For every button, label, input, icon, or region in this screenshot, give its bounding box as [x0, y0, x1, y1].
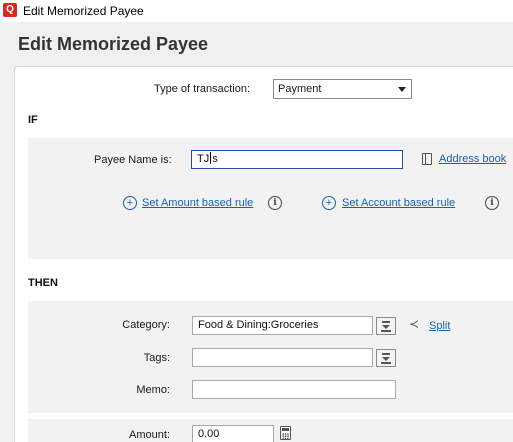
set-account-rule-link[interactable]: Set Account based rule — [342, 197, 455, 209]
tags-input[interactable] — [192, 348, 373, 367]
add-amount-rule-icon[interactable]: + — [123, 196, 137, 210]
then-section-heading: THEN — [28, 277, 58, 289]
add-account-rule-icon[interactable]: + — [322, 196, 336, 210]
info-icon[interactable]: i — [485, 196, 499, 210]
amount-label: Amount: — [129, 429, 170, 441]
window-title: Edit Memorized Payee — [23, 4, 144, 18]
app-logo-icon: Q — [3, 3, 17, 17]
payee-name-input[interactable]: TJ s — [191, 150, 403, 169]
amount-input[interactable]: 0.00 — [192, 425, 274, 442]
calculator-icon[interactable] — [280, 426, 291, 440]
page-title: Edit Memorized Payee — [18, 34, 209, 54]
transaction-type-value: Payment — [278, 83, 322, 95]
split-link[interactable]: Split — [429, 320, 450, 332]
address-book-icon[interactable] — [422, 153, 432, 165]
address-book-link[interactable]: Address book — [439, 153, 506, 165]
memo-label: Memo: — [136, 384, 170, 396]
category-dropdown-button[interactable] — [376, 317, 396, 335]
edit-payee-card: Type of transaction: Payment IF Payee Na… — [14, 66, 513, 442]
payee-name-text-after: s — [212, 153, 218, 165]
split-icon: ≺ — [409, 317, 420, 331]
then-panel: Category: Food & Dining:Groceries ≺ Spli… — [28, 301, 513, 413]
category-label: Category: — [122, 319, 170, 331]
amount-panel: Amount: 0.00 — [28, 419, 513, 442]
payee-name-label: Payee Name is: — [94, 154, 172, 166]
title-bar: Q Edit Memorized Payee — [0, 0, 513, 22]
category-input[interactable]: Food & Dining:Groceries — [192, 316, 373, 335]
transaction-type-select[interactable]: Payment — [273, 79, 412, 99]
transaction-type-label: Type of transaction: — [154, 83, 250, 95]
tags-label: Tags: — [143, 352, 170, 364]
payee-name-text-before: TJ — [197, 153, 210, 165]
set-amount-rule-link[interactable]: Set Amount based rule — [142, 197, 253, 209]
chevron-down-icon — [398, 87, 406, 92]
tags-dropdown-button[interactable] — [376, 349, 396, 367]
info-icon[interactable]: i — [268, 196, 282, 210]
if-section-heading: IF — [28, 114, 38, 126]
if-panel: Payee Name is: TJ s Address book + Set Am… — [28, 138, 513, 259]
memo-input[interactable] — [192, 380, 396, 399]
